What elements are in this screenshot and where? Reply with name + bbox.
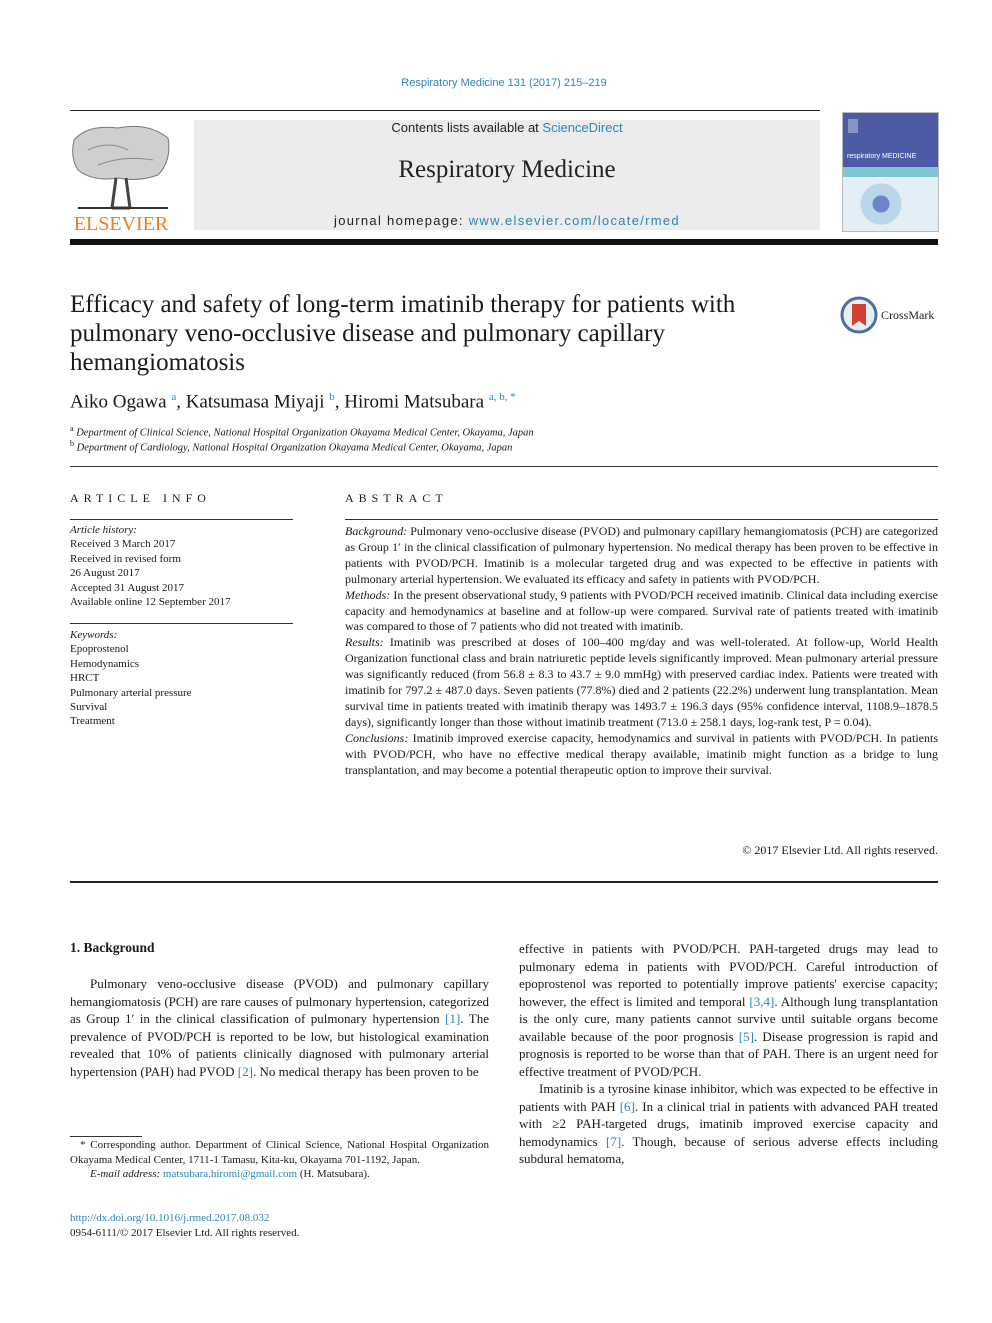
body-paragraph: Pulmonary veno-occlusive disease (PVOD) … bbox=[70, 975, 489, 1080]
cover-band bbox=[843, 167, 938, 177]
citation-link[interactable]: [7] bbox=[606, 1134, 621, 1149]
citation-link[interactable]: [5] bbox=[739, 1029, 754, 1044]
history-item: Accepted 31 August 2017 bbox=[70, 581, 184, 594]
journal-citation-link[interactable]: Respiratory Medicine 131 (2017) 215–219 bbox=[0, 77, 992, 89]
email-label: E-mail address: bbox=[90, 1168, 161, 1180]
issn-line: 0954-6111/© 2017 Elsevier Ltd. All right… bbox=[70, 1227, 300, 1239]
author-list: Aiko Ogawa a, Katsumasa Miyaji b, Hiromi… bbox=[70, 391, 516, 413]
author-name[interactable]: Aiko Ogawa bbox=[70, 391, 167, 412]
history-label: Article history: bbox=[70, 524, 137, 536]
email-line: E-mail address: matsubara.hiromi@gmail.c… bbox=[70, 1167, 489, 1182]
homepage-line: journal homepage: www.elsevier.com/locat… bbox=[194, 213, 820, 228]
keyword: Treatment bbox=[70, 715, 115, 728]
section-heading: 1. Background bbox=[70, 940, 155, 955]
divider bbox=[70, 881, 938, 883]
citation-link[interactable]: [3,4] bbox=[749, 994, 774, 1009]
sciencedirect-link[interactable]: ScienceDirect bbox=[542, 120, 622, 135]
affiliation-mark: b bbox=[70, 439, 74, 448]
cover-title: respiratory MEDICINE bbox=[847, 153, 917, 160]
keyword: Hemodynamics bbox=[70, 657, 140, 670]
abstract-body: Background: Pulmonary veno-occlusive dis… bbox=[345, 524, 938, 779]
abstract-conclusions: Conclusions: Imatinib improved exercise … bbox=[345, 731, 938, 779]
author-affil-mark[interactable]: a bbox=[171, 391, 176, 403]
author-name[interactable]: Katsumasa Miyaji bbox=[186, 391, 325, 412]
abstract-methods: Methods: In the present observational st… bbox=[345, 588, 938, 636]
citation-link[interactable]: [2] bbox=[238, 1064, 253, 1079]
text-run: Pulmonary veno-occlusive disease (PVOD) … bbox=[70, 976, 489, 1026]
doi-block: http://dx.doi.org/10.1016/j.rmed.2017.08… bbox=[70, 1211, 299, 1241]
abstract-text: Pulmonary veno-occlusive disease (PVOD) … bbox=[345, 524, 938, 586]
cover-publisher-mark bbox=[848, 119, 858, 133]
history-item: Available online 12 September 2017 bbox=[70, 596, 231, 609]
contents-line: Contents lists available at ScienceDirec… bbox=[194, 120, 820, 135]
article-history: Article history: Received 3 March 2017 R… bbox=[70, 523, 230, 609]
body-paragraph: effective in patients with PVOD/PCH. PAH… bbox=[519, 940, 938, 1080]
crossmark-icon bbox=[840, 296, 878, 334]
affiliation-text: Department of Clinical Science, National… bbox=[76, 427, 534, 439]
abstract-label: Background: bbox=[345, 524, 408, 538]
text-run: . No medical therapy has been proven to … bbox=[252, 1063, 479, 1079]
body-paragraph: Imatinib is a tyrosine kinase inhibitor,… bbox=[519, 1080, 938, 1168]
crossmark-button[interactable]: CrossMark bbox=[840, 296, 940, 336]
abstract-heading: ABSTRACT bbox=[345, 491, 448, 505]
affiliation: a Department of Clinical Science, Nation… bbox=[70, 424, 534, 439]
divider bbox=[70, 623, 293, 624]
abstract-text: Imatinib was prescribed at doses of 100–… bbox=[345, 635, 938, 729]
divider bbox=[70, 519, 293, 520]
doi-link[interactable]: http://dx.doi.org/10.1016/j.rmed.2017.08… bbox=[70, 1211, 299, 1226]
copyright: © 2017 Elsevier Ltd. All rights reserved… bbox=[742, 843, 938, 857]
citation-link[interactable]: [6] bbox=[620, 1099, 635, 1114]
abstract-results: Results: Imatinib was prescribed at dose… bbox=[345, 635, 938, 730]
homepage-prefix: journal homepage: bbox=[334, 213, 469, 228]
affiliation-mark: a bbox=[70, 424, 74, 433]
author-affil-mark[interactable]: b bbox=[329, 391, 335, 403]
abstract-label: Conclusions: bbox=[345, 730, 409, 745]
footnote: * Corresponding author. Department of Cl… bbox=[70, 1138, 489, 1182]
contents-prefix: Contents lists available at bbox=[391, 120, 543, 135]
journal-homepage-link[interactable]: www.elsevier.com/locate/rmed bbox=[469, 213, 680, 228]
corresponding-author-note: * Corresponding author. Department of Cl… bbox=[70, 1139, 489, 1166]
journal-cover-image: respiratory MEDICINE bbox=[842, 112, 939, 232]
header-thick-rule bbox=[70, 239, 938, 245]
cover-micrograph bbox=[843, 177, 938, 231]
divider bbox=[345, 519, 938, 520]
article-info-heading: ARTICLE INFO bbox=[70, 491, 211, 505]
keywords: Keywords: Epoprostenol Hemodynamics HRCT… bbox=[70, 628, 192, 729]
history-item: Received 3 March 2017 bbox=[70, 538, 176, 551]
body-column-right: effective in patients with PVOD/PCH. PAH… bbox=[519, 940, 938, 1168]
history-item: Received in revised form bbox=[70, 552, 181, 565]
crossmark-label: CrossMark bbox=[881, 308, 935, 322]
header-rule bbox=[70, 110, 820, 111]
keyword: Pulmonary arterial pressure bbox=[70, 686, 192, 699]
journal-banner: Contents lists available at ScienceDirec… bbox=[194, 120, 820, 230]
affiliation: b Department of Cardiology, National Hos… bbox=[70, 439, 512, 454]
abstract-text: In the present observational study, 9 pa… bbox=[345, 587, 938, 634]
email-link[interactable]: matsubara.hiromi@gmail.com bbox=[163, 1168, 297, 1180]
citation-link[interactable]: [1] bbox=[445, 1011, 460, 1026]
history-item: 26 August 2017 bbox=[70, 567, 140, 580]
keyword: HRCT bbox=[70, 672, 100, 685]
abstract-text: Imatinib improved exercise capacity, hem… bbox=[345, 730, 938, 777]
affiliation-text: Department of Cardiology, National Hospi… bbox=[76, 442, 513, 454]
article-title: Efficacy and safety of long-term imatini… bbox=[70, 291, 736, 376]
keyword: Survival bbox=[70, 701, 108, 714]
author-affil-mark[interactable]: a, b, * bbox=[489, 391, 516, 403]
footnote-rule bbox=[70, 1136, 142, 1137]
elsevier-wordmark: ELSEVIER bbox=[73, 213, 169, 235]
divider bbox=[70, 466, 938, 467]
keywords-label: Keywords: bbox=[70, 629, 118, 641]
author-name[interactable]: Hiromi Matsubara bbox=[344, 391, 484, 412]
journal-name: Respiratory Medicine bbox=[398, 156, 616, 183]
abstract-background: Background: Pulmonary veno-occlusive dis… bbox=[345, 524, 938, 588]
email-suffix: (H. Matsubara). bbox=[297, 1168, 370, 1180]
abstract-label: Results: bbox=[345, 635, 384, 650]
abstract-label: Methods: bbox=[345, 587, 391, 602]
keyword: Epoprostenol bbox=[70, 643, 129, 656]
